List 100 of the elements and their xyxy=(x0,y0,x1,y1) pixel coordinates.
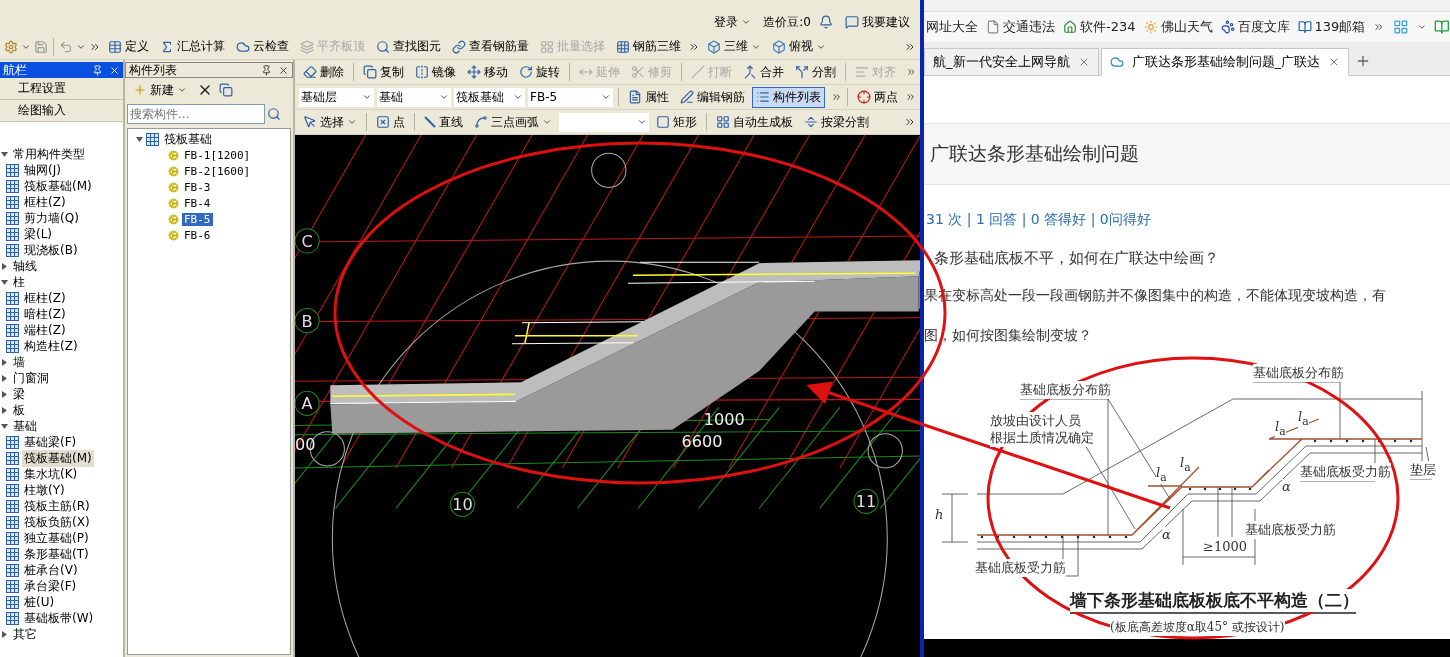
toolbar-button[interactable]: 矩形 xyxy=(652,111,701,133)
toolbar-button[interactable]: 选择 xyxy=(299,111,361,133)
toolbar-button[interactable]: 定义 xyxy=(104,36,153,57)
tree-item[interactable]: 剪力墙(Q) xyxy=(22,209,81,227)
toolbar-button[interactable]: 编辑钢筋 xyxy=(675,86,749,108)
tree-item[interactable]: 轴网(J) xyxy=(22,161,63,179)
tree-item[interactable]: 框柱(Z) xyxy=(22,289,68,307)
tree-item[interactable]: 构造柱(Z) xyxy=(22,337,80,355)
expanded-icon[interactable] xyxy=(1,422,8,430)
dropdown-field[interactable]: 基础 xyxy=(377,87,451,107)
toolbar-button[interactable]: 钢筋三维 xyxy=(612,36,685,57)
browser-tab[interactable]: 航_新一代安全上网导航 xyxy=(924,48,1099,76)
tree-item[interactable]: 基础梁(F) xyxy=(22,433,79,451)
tree-item[interactable]: FB-6 xyxy=(182,228,213,242)
toolbar-button[interactable]: 构件列表 xyxy=(751,86,825,108)
toolbar-button[interactable]: 删除 xyxy=(299,61,348,83)
expanded-icon[interactable] xyxy=(1,278,8,286)
tree-item[interactable]: 暗柱(Z) xyxy=(22,305,68,323)
collapsed-icon[interactable] xyxy=(1,262,8,270)
tree-node[interactable]: 常用构件类型 xyxy=(11,145,87,163)
tree-item[interactable]: FB-1[1200] xyxy=(182,148,253,162)
grid-icon xyxy=(6,515,19,529)
tree-item[interactable]: 筏板基础(M) xyxy=(22,449,94,467)
dropdown-field[interactable]: 基础层 xyxy=(299,87,375,107)
tree-item[interactable]: 基础板带(W) xyxy=(22,609,96,627)
new-button[interactable]: 新建 xyxy=(129,79,191,101)
toolbar-button[interactable]: 三点画弧 xyxy=(470,111,556,133)
bookmark-link[interactable]: 软件-234 xyxy=(1063,18,1136,36)
toolbar-button[interactable]: 按梁分割 xyxy=(800,111,873,133)
tree-node[interactable]: 柱 xyxy=(11,273,27,291)
tree-item[interactable]: FB-4 xyxy=(182,196,213,210)
tree-node[interactable]: 门窗洞 xyxy=(11,369,51,387)
browser-tab[interactable]: 广联达条形基础绘制问题_广联达 xyxy=(1100,48,1349,76)
tree-item[interactable]: 梁(L) xyxy=(22,225,55,243)
toolbar-button[interactable]: 复制 xyxy=(358,61,408,83)
dropdown-field[interactable]: 筏板基础 xyxy=(453,87,526,107)
tree-node[interactable]: 板 xyxy=(11,401,27,419)
tree-item[interactable]: 条形基础(T) xyxy=(22,545,91,563)
toolbar-button[interactable]: 查看钢筋量 xyxy=(448,36,533,57)
tree-item[interactable]: FB-2[1600] xyxy=(182,164,253,178)
tree-item[interactable]: FB-3 xyxy=(182,180,213,194)
tree-item[interactable]: 独立基础(P) xyxy=(22,529,91,547)
toolbar-button[interactable]: 直线 xyxy=(420,111,467,133)
close-icon xyxy=(278,64,289,76)
login-button[interactable]: 登录 xyxy=(710,11,756,33)
height-label: h xyxy=(935,507,944,522)
tree-node[interactable]: 其它 xyxy=(11,625,39,643)
toolbar-button[interactable]: 点 xyxy=(372,111,409,133)
tree-item[interactable]: FB-5 xyxy=(182,212,213,226)
bookmark-link[interactable]: 佛山天气 xyxy=(1143,18,1213,36)
collapsed-icon[interactable] xyxy=(1,390,8,398)
tree-node[interactable]: 墙 xyxy=(11,353,27,371)
view-button[interactable]: 俯视 xyxy=(768,36,830,57)
tree-item[interactable]: 承台梁(F) xyxy=(22,577,79,595)
tree-node[interactable]: 筏板基础 xyxy=(162,130,214,148)
tree-item[interactable]: 端柱(Z) xyxy=(22,321,68,339)
bookmark-link[interactable]: 交通违法 xyxy=(986,18,1055,36)
collapsed-icon[interactable] xyxy=(1,374,8,382)
tree-item[interactable]: 筏板负筋(X) xyxy=(22,513,92,531)
toolbar-button[interactable]: 合并 xyxy=(738,61,788,83)
toolbar-button[interactable]: 旋转 xyxy=(514,61,564,83)
tree-item[interactable]: 现浇板(B) xyxy=(22,241,80,259)
bookmark-link[interactable]: 139邮箱 xyxy=(1297,18,1366,36)
tree-node[interactable]: 轴线 xyxy=(11,257,39,275)
tree-item[interactable]: 筏板主筋(R) xyxy=(22,497,92,515)
toolbar-button[interactable]: 两点 xyxy=(852,86,902,108)
toolbar-button[interactable]: 分割 xyxy=(790,61,840,83)
search-field[interactable]: 搜索构件... xyxy=(127,104,265,124)
collapsed-icon[interactable] xyxy=(1,358,8,366)
expanded-icon[interactable] xyxy=(136,135,143,143)
toolbar-button[interactable]: 自动生成板 xyxy=(712,111,797,133)
collapsed-icon[interactable] xyxy=(1,406,8,414)
caret-icon xyxy=(177,85,187,95)
toolbar-button[interactable]: 属性 xyxy=(623,86,673,108)
suggest-button[interactable]: 我要建议 xyxy=(841,11,914,33)
new-tab-icon[interactable] xyxy=(1355,53,1371,69)
tree-item[interactable]: 桩承台(V) xyxy=(22,561,80,579)
dropdown-field[interactable]: FB-5 xyxy=(528,87,613,107)
tree-item[interactable]: 桩(U) xyxy=(22,593,57,611)
grid-icon xyxy=(6,467,19,481)
bookmark-link[interactable]: 百度文库 xyxy=(1220,18,1290,36)
toolbar-button[interactable]: 云检查 xyxy=(232,36,293,57)
tree-item[interactable]: 筏板基础(M) xyxy=(22,177,94,195)
view-button[interactable]: 三维 xyxy=(703,36,765,57)
tree-item[interactable]: 柱墩(Y) xyxy=(22,481,67,499)
cad-viewport[interactable]: C B A 10 11 1000 00 6600 xyxy=(295,135,920,657)
collapsed-icon[interactable] xyxy=(1,630,8,638)
save-icon xyxy=(34,39,48,54)
dropdown-field[interactable] xyxy=(559,112,649,132)
tree-item[interactable]: 集水坑(K) xyxy=(22,465,80,483)
bookmark-link[interactable]: 网址大全 xyxy=(926,18,978,36)
toolbar-button[interactable]: 镜像 xyxy=(410,61,460,83)
tree-node[interactable]: 基础 xyxy=(11,417,39,435)
anchorage-label: l$_{a}$ xyxy=(1180,455,1191,474)
toolbar-button[interactable]: 查找图元 xyxy=(372,36,445,57)
expanded-icon[interactable] xyxy=(1,150,8,158)
tree-item[interactable]: 框柱(Z) xyxy=(22,193,68,211)
tree-node[interactable]: 梁 xyxy=(11,385,27,403)
toolbar-button[interactable]: 移动 xyxy=(462,61,512,83)
toolbar-button[interactable]: 汇总计算 xyxy=(156,36,229,57)
